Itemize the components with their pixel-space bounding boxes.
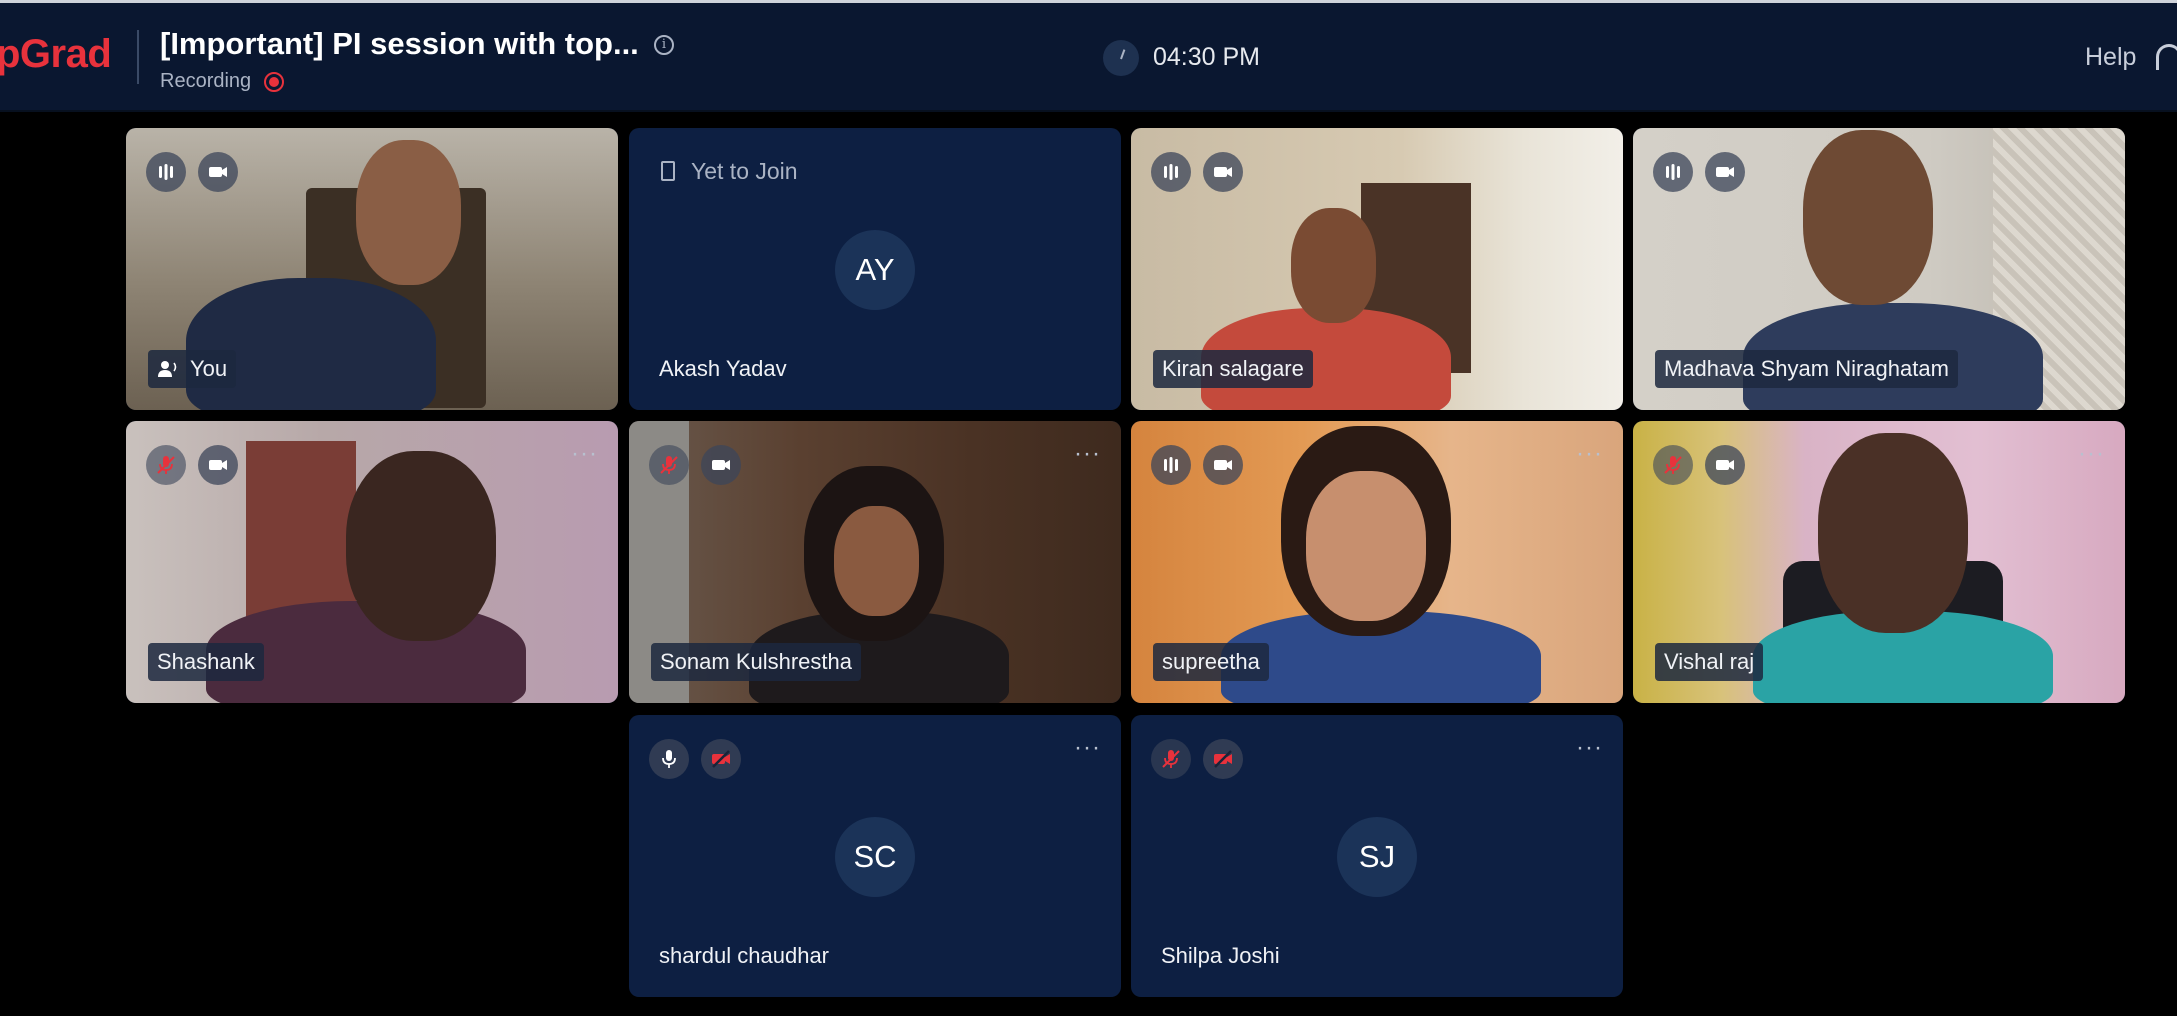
participant-tile-you[interactable]: You [126,128,618,410]
participant-tile-kiran[interactable]: Kiran salagare [1131,128,1623,410]
door-enter-icon [661,161,675,181]
participant-name: Shashank [148,643,264,681]
meeting-title: [Important] PI session with top... [160,26,639,61]
bookshelf-image [246,441,356,621]
camera-off-indicator[interactable] [1203,739,1243,779]
mic-indicator[interactable] [649,739,689,779]
more-options-button[interactable]: ··· [1576,736,1603,760]
camera-toggle[interactable] [198,445,238,485]
participant-name-text: You [190,356,228,381]
participant-tile-shardul[interactable]: ··· SC shardul chaudhar [629,715,1121,997]
camera-off-indicator[interactable] [701,739,741,779]
help-button[interactable]: Help [2085,43,2136,72]
avatar: AY [835,230,915,310]
mic-muted-indicator[interactable] [649,445,689,485]
person-face-image [834,506,919,616]
participant-tile-shashank[interactable]: ··· Shashank [126,421,618,703]
header-divider [137,30,139,84]
participant-name: Vishal raj [1655,643,1764,681]
camera-toggle[interactable] [701,445,741,485]
participant-tile-sonam[interactable]: ··· Sonam Kulshrestha [629,421,1121,703]
audio-indicator[interactable] [146,152,186,192]
participant-tile-shilpa[interactable]: ··· SJ Shilpa Joshi [1131,715,1623,997]
mic-muted-indicator[interactable] [1653,445,1693,485]
participant-tile-supreetha[interactable]: ··· supreetha [1131,421,1623,703]
more-options-button[interactable]: ··· [1576,442,1603,466]
more-options-button[interactable]: ··· [571,442,598,466]
mic-muted-indicator[interactable] [146,445,186,485]
participant-name: Akash Yadav [659,356,787,381]
mic-muted-indicator[interactable] [1151,739,1191,779]
more-options-button[interactable]: ··· [1074,736,1101,760]
audio-indicator[interactable] [1653,152,1693,192]
recording-icon [264,72,284,92]
person-face-image [1803,130,1933,305]
person-face-image [1306,471,1426,621]
camera-toggle[interactable] [1203,152,1243,192]
participant-name: shardul chaudhar [659,943,830,968]
speaker-icon [157,358,179,380]
camera-toggle[interactable] [1203,445,1243,485]
participant-name: Shilpa Joshi [1161,943,1280,968]
participant-name: supreetha [1153,643,1269,681]
headset-icon[interactable] [2156,44,2177,70]
participant-name: You [148,350,237,388]
avatar: SC [835,817,915,897]
brand-logo: pGrad [0,32,112,76]
meeting-header: pGrad [Important] PI session with top...… [0,0,2177,112]
camera-toggle[interactable] [198,152,238,192]
participant-tile-madhava[interactable]: Madhava Shyam Niraghatam [1633,128,2125,410]
audio-indicator[interactable] [1151,445,1191,485]
audio-indicator[interactable] [1151,152,1191,192]
camera-toggle[interactable] [1705,445,1745,485]
join-status: Yet to Join [691,158,798,184]
person-face-image [1291,208,1376,323]
more-options-button[interactable]: ··· [2078,442,2105,466]
person-face-image [346,451,496,641]
more-options-button[interactable]: ··· [1074,442,1101,466]
participant-name: Madhava Shyam Niraghatam [1655,350,1958,388]
participant-tile-akash[interactable]: Yet to Join AY Akash Yadav [629,128,1121,410]
clock-icon [1103,40,1139,76]
meeting-time: 04:30 PM [1153,43,1261,71]
recording-label: Recording [160,70,252,92]
camera-toggle[interactable] [1705,152,1745,192]
participant-tile-vishal[interactable]: ··· Vishal raj [1633,421,2125,703]
person-face-image [356,140,461,285]
person-image [186,278,436,410]
participant-name: Kiran salagare [1153,350,1313,388]
window-edge [0,0,2177,3]
info-icon[interactable]: i [654,35,674,55]
avatar: SJ [1337,817,1417,897]
participant-name: Sonam Kulshrestha [651,643,861,681]
person-face-image [1818,433,1968,633]
